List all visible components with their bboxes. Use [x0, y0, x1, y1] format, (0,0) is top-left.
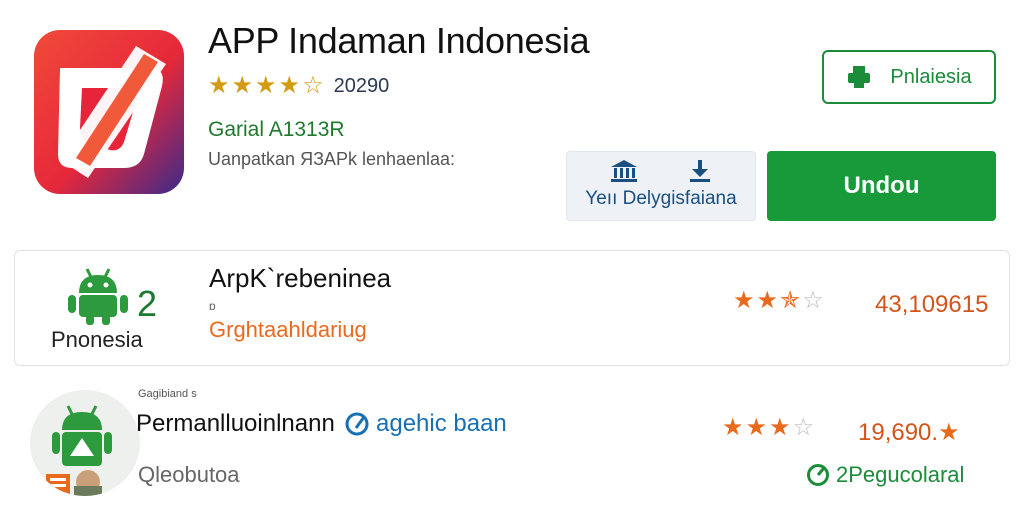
app-logo: [32, 28, 186, 196]
star-icon: ★: [722, 414, 744, 441]
link-icon: [345, 412, 369, 436]
developer-name[interactable]: Garial A1313R: [208, 118, 345, 142]
app-title: APP Indaman Indonesia: [208, 20, 590, 61]
star-icon: ★: [278, 72, 301, 99]
item-count-value: 19,690.: [858, 419, 939, 446]
item-tiny-label: Gagibiand s: [138, 388, 197, 400]
star-outline-icon: ☆: [802, 287, 824, 314]
badge-label: Pnlaiesia: [890, 65, 972, 88]
star-icon: ★: [231, 72, 254, 99]
item-status: 2Pegucolaral: [806, 462, 964, 488]
install-button[interactable]: Undou: [767, 151, 996, 221]
item-link-label: agehic baan: [376, 410, 507, 437]
rating-count: 20290: [333, 74, 390, 97]
star-icon: ★: [745, 414, 768, 441]
item-rating: ★ ★ ✯ ☆: [733, 289, 824, 313]
star-icon: ★: [208, 72, 230, 99]
item-count: 19,690.★: [858, 418, 960, 447]
star-half-icon: ✯: [780, 287, 801, 314]
star-icon: ★: [938, 419, 960, 446]
download-icon: [690, 160, 710, 182]
item-title: ArpK`rebeninea: [209, 263, 392, 293]
item-mini-label: ɒ: [209, 299, 216, 313]
star-icon: ★: [255, 72, 277, 99]
android-icon: [68, 268, 128, 325]
list-item[interactable]: 2 Pnonesia ArpK`rebeninea ɒ Grghtaahldar…: [14, 250, 1010, 366]
list-item[interactable]: Gagibiand s Permanlluoinlnann agehic baa…: [14, 384, 1010, 504]
icon-number: 2: [137, 283, 158, 324]
item-subtitle: Qleobutoa: [138, 462, 240, 487]
star-icon: ★: [733, 287, 755, 314]
item-thumbnail: [30, 390, 140, 496]
check-circle-icon: [807, 464, 829, 486]
badge-button[interactable]: Pnlaiesia: [822, 50, 996, 104]
item-title: Permanlluoinlnann: [136, 410, 335, 437]
item-rating: ★ ★ ★ ☆: [722, 416, 814, 440]
printer-icon: [848, 66, 871, 88]
item-subtitle: Grghtaahldariug: [209, 317, 367, 342]
star-outline-icon: ☆: [302, 72, 324, 99]
star-icon: ★: [769, 414, 791, 441]
item-status-label: 2Pegucolaral: [836, 462, 965, 487]
item-count: 43,109615: [875, 291, 989, 318]
secondary-label: Yeıı Delygisfaiana: [585, 188, 737, 209]
icon-caption: Pnonesia: [51, 327, 143, 352]
app-subtitle: Uanpatkan ЯЗАPk lenhaenlaa:: [208, 149, 456, 169]
bank-icon: [611, 160, 637, 182]
app-rating: ★ ★ ★ ★ ☆ 20290: [208, 74, 389, 98]
star-icon: ★: [756, 287, 779, 314]
star-outline-icon: ☆: [792, 414, 815, 441]
secondary-button[interactable]: Yeıı Delygisfaiana: [566, 151, 756, 221]
item-link[interactable]: agehic baan: [344, 410, 507, 438]
